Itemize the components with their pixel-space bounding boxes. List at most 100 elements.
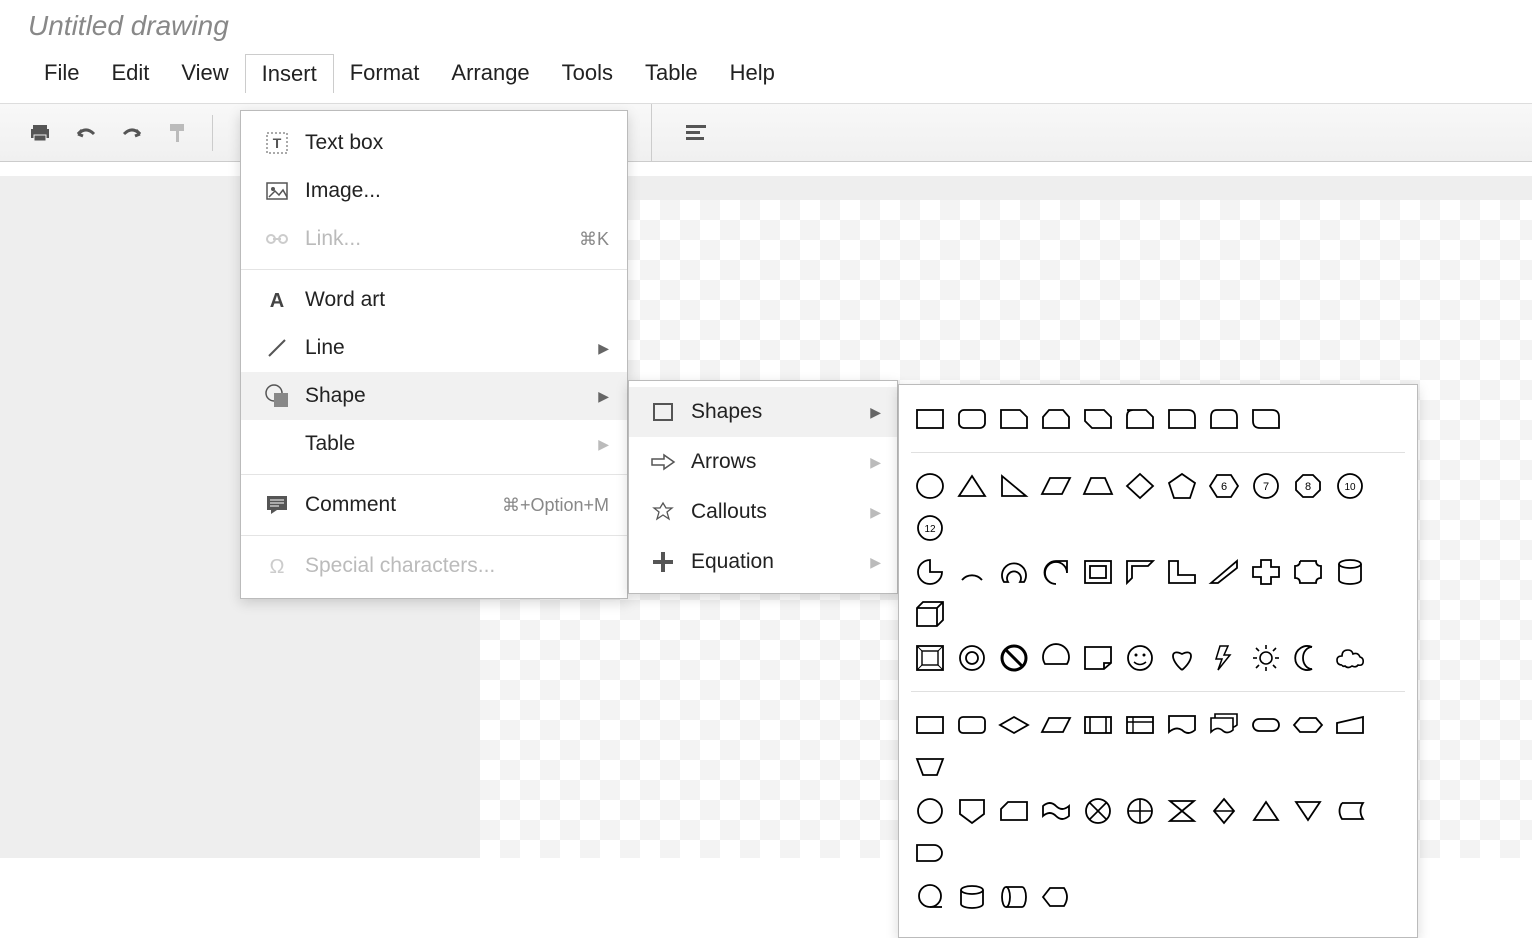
shape-flow-tape[interactable] <box>1037 792 1075 830</box>
shape-donut[interactable] <box>953 639 991 677</box>
shape-can[interactable] <box>1331 553 1369 591</box>
shape-display[interactable] <box>1037 878 1075 916</box>
align-button[interactable] <box>680 117 712 149</box>
shape-folded-corner[interactable] <box>1079 639 1117 677</box>
shape-flow-alt-process[interactable] <box>953 706 991 744</box>
shape-diamond[interactable] <box>1121 467 1159 505</box>
shape-cross[interactable] <box>1247 553 1285 591</box>
shape-snip-same[interactable] <box>1037 400 1075 438</box>
document-title[interactable]: Untitled drawing <box>28 10 1532 42</box>
menu-file[interactable]: File <box>28 54 95 93</box>
shape-octagon[interactable]: 8 <box>1289 467 1327 505</box>
shape-delay[interactable] <box>911 834 949 872</box>
shape-flow-internal[interactable] <box>1121 706 1159 744</box>
shape-extract[interactable] <box>1247 792 1285 830</box>
shape-stored[interactable] <box>1331 792 1369 830</box>
menu-help[interactable]: Help <box>714 54 791 93</box>
shape-direct-access[interactable] <box>995 878 1033 916</box>
shape-cube[interactable] <box>911 595 949 633</box>
print-button[interactable] <box>24 117 56 149</box>
shape-bevel[interactable] <box>911 639 949 677</box>
shape-flow-card[interactable] <box>995 792 1033 830</box>
insert-wordart[interactable]: A Word art <box>241 276 627 324</box>
shape-chord[interactable] <box>1037 639 1075 677</box>
shape-moon[interactable] <box>1289 639 1327 677</box>
shape-flow-manual-input[interactable] <box>1331 706 1369 744</box>
shape-sort[interactable] <box>1205 792 1243 830</box>
shape-block-arc[interactable] <box>995 553 1033 591</box>
insert-image[interactable]: Image... <box>241 167 627 215</box>
shape-snip-round[interactable] <box>1121 400 1159 438</box>
shape-right-triangle[interactable] <box>995 467 1033 505</box>
shape-flow-predef[interactable] <box>1079 706 1117 744</box>
shape-sun[interactable] <box>1247 639 1285 677</box>
shape-collate[interactable] <box>1163 792 1201 830</box>
shape-snip-diag[interactable] <box>1079 400 1117 438</box>
shape-hexagon[interactable]: 6 <box>1205 467 1243 505</box>
submenu-arrows[interactable]: Arrows ▶ <box>629 437 897 487</box>
insert-line[interactable]: Line ▶ <box>241 324 627 372</box>
shape-smiley[interactable] <box>1121 639 1159 677</box>
shape-flow-manual-op[interactable] <box>911 748 949 786</box>
shape-rounded-rect[interactable] <box>953 400 991 438</box>
insert-comment[interactable]: Comment ⌘+Option+M <box>241 481 627 529</box>
insert-table[interactable]: Table ▶ <box>241 420 627 468</box>
shape-flow-document[interactable] <box>1163 706 1201 744</box>
shape-snip-single[interactable] <box>995 400 1033 438</box>
shape-l-shape[interactable] <box>1163 553 1201 591</box>
shape-seq-access[interactable] <box>911 878 949 916</box>
shape-circle[interactable] <box>911 467 949 505</box>
shape-diag-stripe[interactable] <box>1205 553 1243 591</box>
menu-tools[interactable]: Tools <box>546 54 629 93</box>
submenu-equation[interactable]: Equation ▶ <box>629 537 897 587</box>
shape-lightning[interactable] <box>1205 639 1243 677</box>
toolbar-divider <box>212 115 213 151</box>
shape-round-single[interactable] <box>1163 400 1201 438</box>
shape-plaque[interactable] <box>1289 553 1327 591</box>
redo-button[interactable] <box>116 117 148 149</box>
submenu-callouts[interactable]: Callouts ▶ <box>629 487 897 537</box>
shape-no-symbol[interactable] <box>995 639 1033 677</box>
shape-flow-offpage[interactable] <box>953 792 991 830</box>
shape-heart[interactable] <box>1163 639 1201 677</box>
shape-merge[interactable] <box>1289 792 1327 830</box>
shape-flow-connector[interactable] <box>911 792 949 830</box>
shape-frame[interactable] <box>1079 553 1117 591</box>
arrows-icon <box>645 452 681 472</box>
menu-format[interactable]: Format <box>334 54 436 93</box>
menu-arrange[interactable]: Arrange <box>435 54 545 93</box>
shape-rect[interactable] <box>911 400 949 438</box>
shape-parallelogram[interactable] <box>1037 467 1075 505</box>
shape-round-diag[interactable] <box>1247 400 1285 438</box>
shape-or[interactable] <box>1121 792 1159 830</box>
shape-trapezoid[interactable] <box>1079 467 1117 505</box>
shape-teardrop[interactable] <box>1037 553 1075 591</box>
shape-pentagon[interactable] <box>1163 467 1201 505</box>
shape-arc[interactable] <box>953 553 991 591</box>
shape-flow-terminator[interactable] <box>1247 706 1285 744</box>
menu-table[interactable]: Table <box>629 54 714 93</box>
shape-flow-process[interactable] <box>911 706 949 744</box>
submenu-shapes[interactable]: Shapes ▶ <box>629 387 897 437</box>
insert-shape[interactable]: Shape ▶ <box>241 372 627 420</box>
shape-dodecagon[interactable]: 12 <box>911 509 949 547</box>
shape-round-same[interactable] <box>1205 400 1243 438</box>
shape-heptagon[interactable]: 7 <box>1247 467 1285 505</box>
menu-view[interactable]: View <box>165 54 244 93</box>
insert-textbox[interactable]: T Text box <box>241 119 627 167</box>
shape-triangle[interactable] <box>953 467 991 505</box>
shape-flow-decision[interactable] <box>995 706 1033 744</box>
undo-button[interactable] <box>70 117 102 149</box>
shape-decagon[interactable]: 10 <box>1331 467 1369 505</box>
shape-cloud[interactable] <box>1331 639 1369 677</box>
shape-summing[interactable] <box>1079 792 1117 830</box>
shape-flow-data[interactable] <box>1037 706 1075 744</box>
shape-flow-multidoc[interactable] <box>1205 706 1243 744</box>
menu-edit[interactable]: Edit <box>95 54 165 93</box>
menu-insert[interactable]: Insert <box>245 54 334 93</box>
paint-format-button[interactable] <box>162 117 194 149</box>
shape-flow-prep[interactable] <box>1289 706 1327 744</box>
shape-magnetic-disk[interactable] <box>953 878 991 916</box>
shape-pie[interactable] <box>911 553 949 591</box>
shape-half-frame[interactable] <box>1121 553 1159 591</box>
